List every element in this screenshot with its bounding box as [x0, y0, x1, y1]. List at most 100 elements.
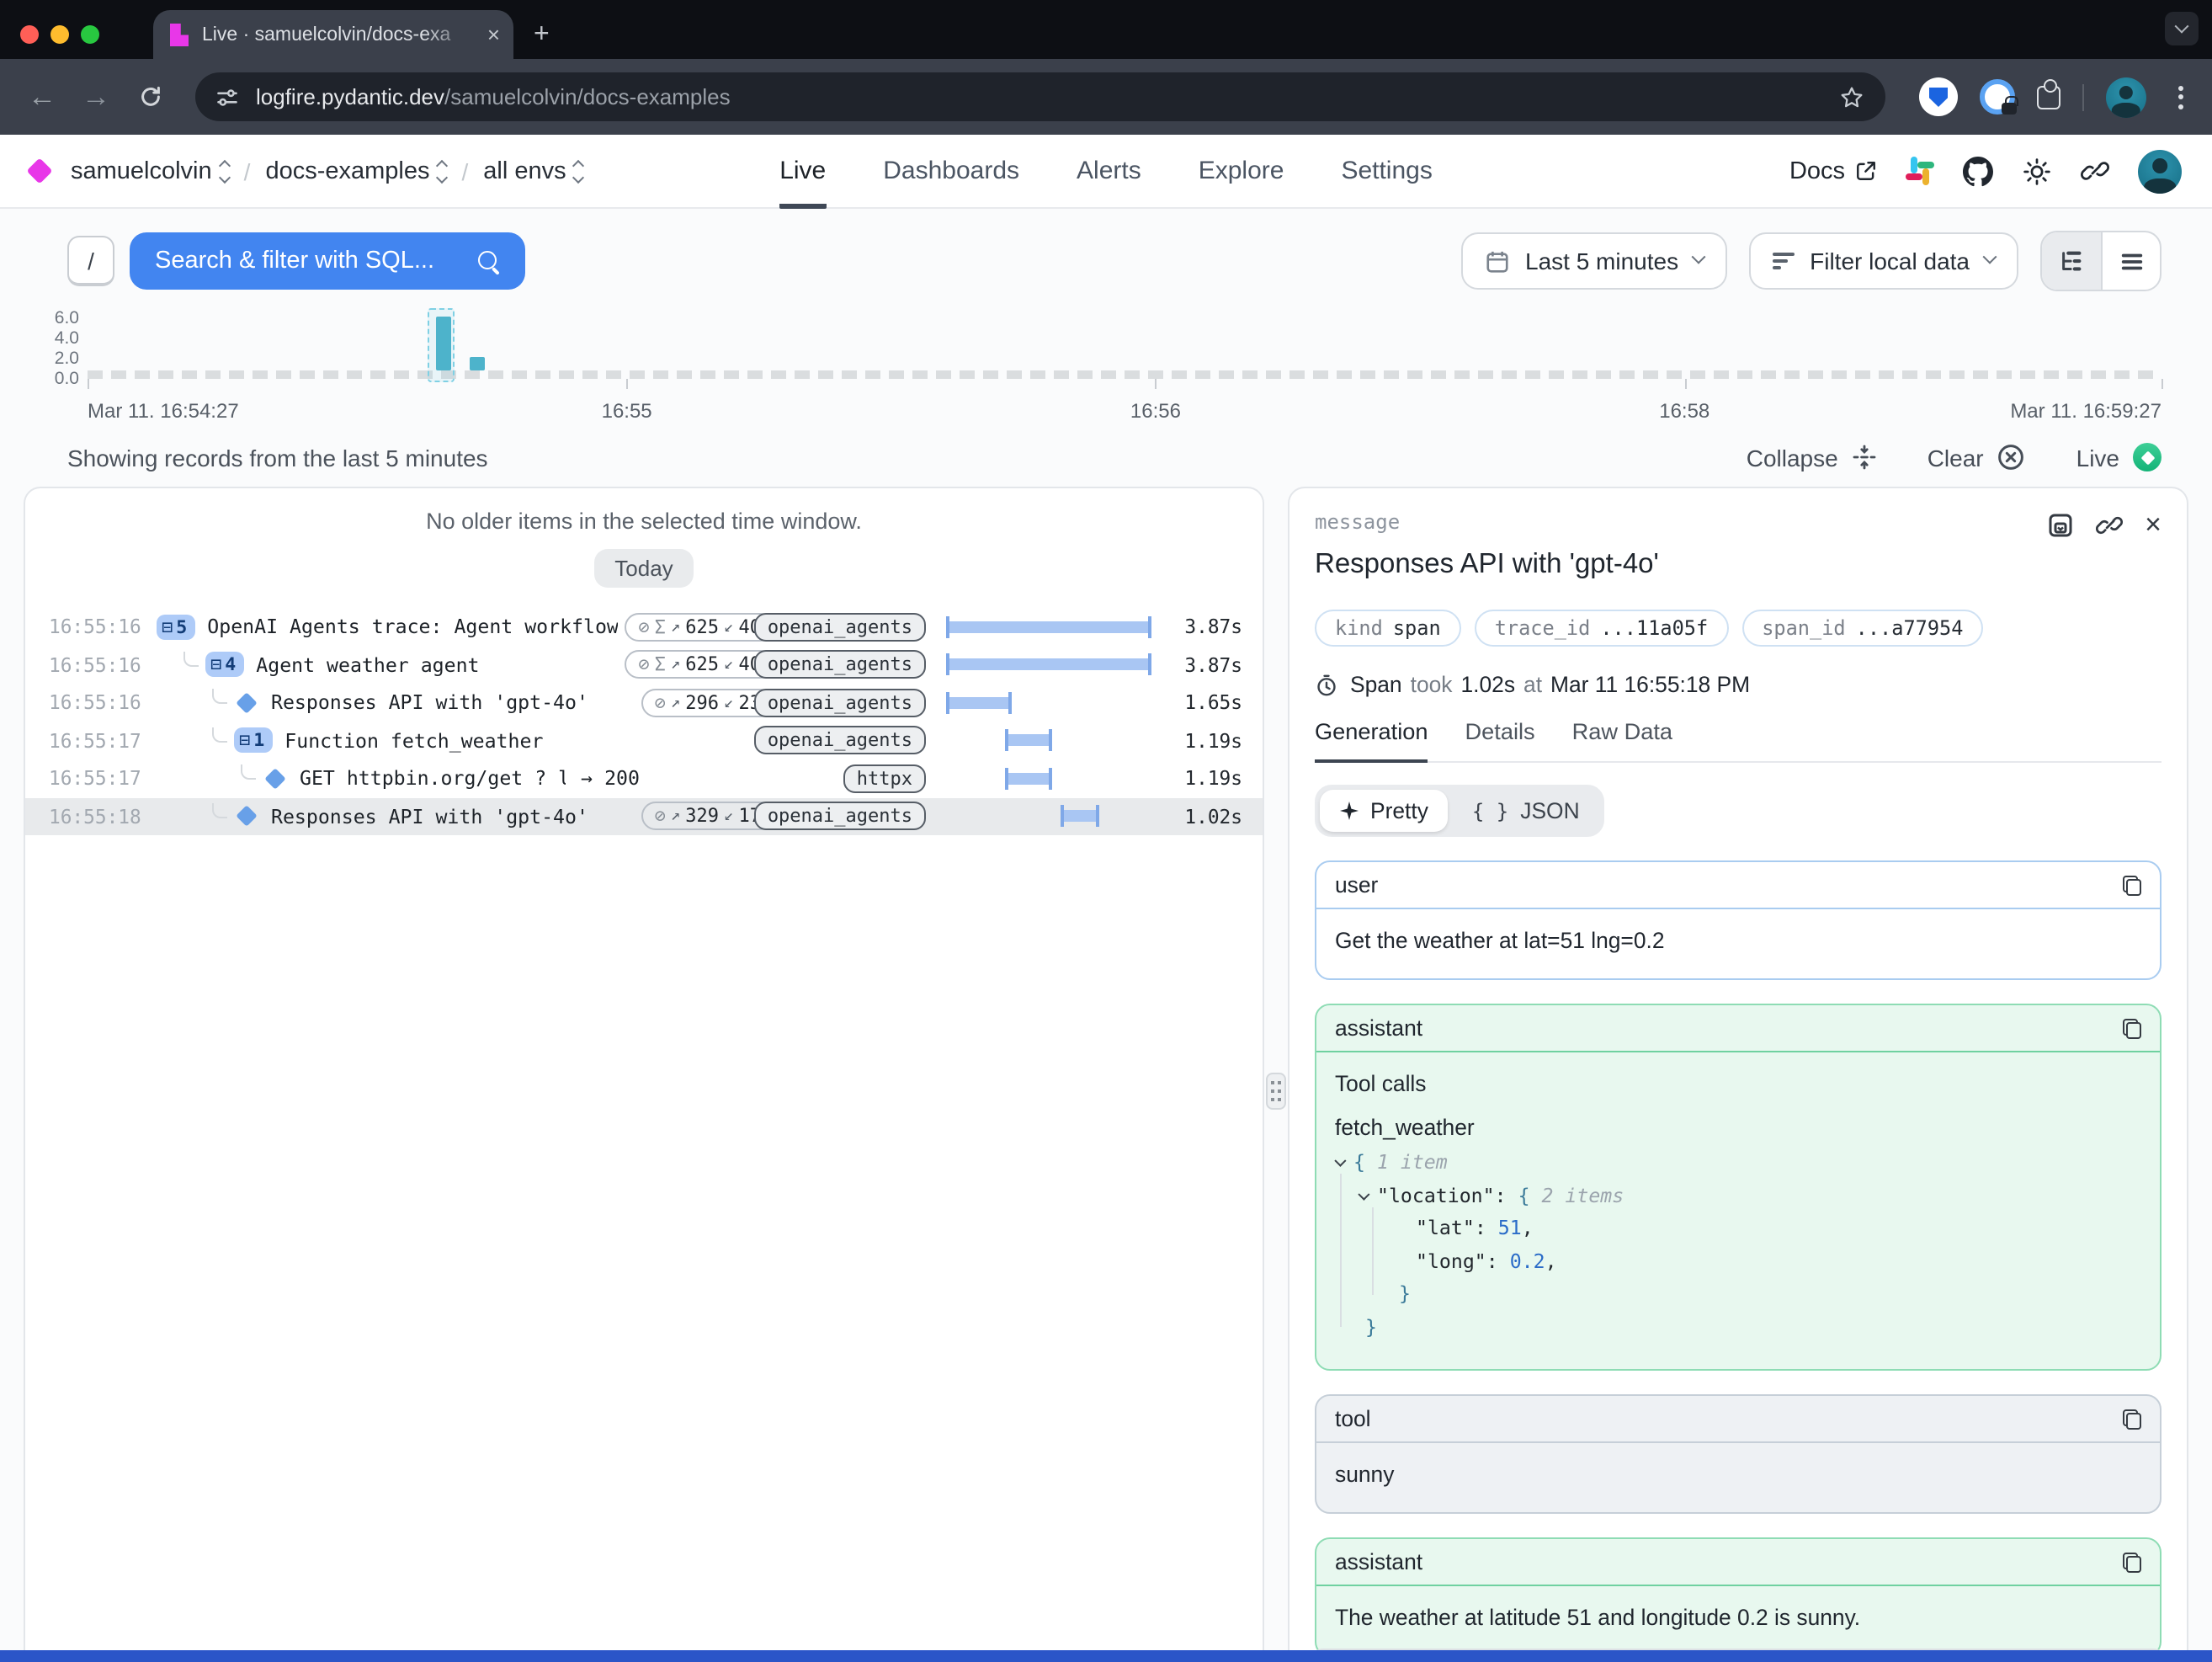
back-button[interactable]: ← [20, 80, 64, 114]
browser-extensions [1919, 77, 2192, 117]
today-badge[interactable]: Today [594, 549, 693, 588]
status-arrow-icon: → [581, 767, 593, 791]
password-extension-icon[interactable] [1980, 79, 2015, 115]
list-view-button[interactable] [2101, 232, 2160, 290]
records-timeline-chart[interactable]: 6.0 4.0 2.0 0.0 Mar 11. 16:54:27 16:55 1… [37, 308, 2161, 426]
json-toggle-button[interactable]: { }JSON [1452, 790, 1600, 832]
url-text[interactable]: logfire.pydantic.dev/samuelcolvin/docs-e… [256, 84, 1825, 109]
collapse-badge[interactable]: ⊟1 [234, 728, 273, 754]
table-row[interactable]: 16:55:17 ⊟1 Function fetch_weather opena… [25, 722, 1263, 759]
window-controls [20, 25, 99, 44]
collapse-button[interactable]: Collapse [1747, 444, 1877, 471]
live-toggle[interactable]: Live [2076, 443, 2161, 471]
tab-search-button[interactable] [2165, 12, 2199, 45]
chart-bar[interactable] [469, 357, 484, 370]
filter-local-label: Filter local data [1810, 248, 1970, 274]
copy-icon[interactable] [2123, 1409, 2141, 1429]
minimize-window-button[interactable] [51, 25, 69, 44]
tree-elbow [212, 727, 227, 743]
breadcrumb-project[interactable]: docs-examples [265, 157, 446, 184]
tokens-in-arrow-icon: ↗ [671, 807, 680, 826]
view-mode-toggle [2040, 231, 2161, 291]
browser-tab[interactable]: Live · samuelcolvin/docs-exa × [153, 10, 513, 59]
copy-icon[interactable] [2123, 1552, 2141, 1572]
tab-explore[interactable]: Explore [1199, 134, 1284, 208]
resize-grip-handle[interactable] [1266, 1073, 1286, 1110]
browser-menu-icon[interactable] [2168, 85, 2192, 109]
copy-icon[interactable] [2123, 1018, 2141, 1038]
extensions-puzzle-icon[interactable] [2037, 85, 2060, 109]
url-bar[interactable]: logfire.pydantic.dev/samuelcolvin/docs-e… [195, 72, 1885, 121]
copy-link-icon[interactable] [2096, 511, 2123, 538]
tab-live[interactable]: Live [779, 134, 826, 208]
tokens-icon: ⊘ [655, 806, 666, 828]
collapse-badge[interactable]: ⊟4 [205, 653, 244, 678]
chart-bar[interactable] [436, 317, 451, 370]
tag-pill[interactable]: openai_agents [754, 613, 926, 642]
tag-pill[interactable]: openai_agents [754, 651, 926, 679]
x-tick-label: 16:55 [602, 399, 652, 423]
tab-alerts[interactable]: Alerts [1077, 134, 1141, 208]
span-kind-label: message [1315, 510, 2047, 534]
x-axis-labels: Mar 11. 16:54:27 16:55 16:56 16:58 Mar 1… [88, 399, 2161, 426]
tab-settings[interactable]: Settings [1341, 134, 1432, 208]
forward-button[interactable]: → [74, 80, 118, 114]
select-chevrons-icon [438, 161, 446, 181]
copy-icon[interactable] [2123, 875, 2141, 895]
tag-pill[interactable]: openai_agents [754, 802, 926, 831]
kind-pill[interactable]: kindspan [1315, 610, 1461, 647]
toolbar-divider [2082, 83, 2084, 110]
expand-chevron-icon[interactable] [1334, 1155, 1346, 1167]
tab-details[interactable]: Details [1465, 719, 1535, 763]
theme-sun-icon[interactable] [2022, 156, 2052, 186]
share-link-icon[interactable] [2081, 157, 2109, 185]
docs-link[interactable]: Docs [1789, 157, 1877, 184]
fullscreen-window-button[interactable] [81, 25, 99, 44]
table-row[interactable]: 16:55:16 ⊟4 Agent weather agent ⊘Σ↗625↙4… [25, 646, 1263, 684]
span-title: Responses API with 'gpt-4o' [1315, 549, 2161, 581]
span-duration-line: Span took 1.02s at Mar 11 16:55:18 PM [1315, 672, 2161, 697]
breadcrumb-env[interactable]: all envs [483, 157, 582, 184]
bitwarden-extension-icon[interactable] [1919, 77, 1958, 116]
user-avatar[interactable] [2138, 149, 2182, 193]
close-window-button[interactable] [20, 25, 39, 44]
live-label: Live [2076, 444, 2119, 471]
tab-generation[interactable]: Generation [1315, 719, 1428, 763]
tab-dashboards[interactable]: Dashboards [883, 134, 1019, 208]
logfire-logo-icon[interactable] [26, 157, 52, 184]
row-timestamp: 16:55:17 [49, 729, 157, 753]
breadcrumb-org[interactable]: samuelcolvin [71, 157, 229, 184]
tokens-out-arrow-icon: ↙ [724, 656, 733, 674]
tag-pill[interactable]: openai_agents [754, 727, 926, 755]
time-range-select[interactable]: Last 5 minutes [1461, 232, 1727, 290]
bookmark-star-icon[interactable] [1838, 83, 1865, 110]
tree-view-button[interactable] [2042, 232, 2101, 290]
new-tab-button[interactable]: + [534, 22, 550, 49]
chart-plot-area[interactable] [88, 308, 2161, 386]
pretty-toggle-button[interactable]: Pretty [1320, 790, 1449, 832]
search-button[interactable]: Search & filter with SQL... [130, 232, 525, 290]
table-row[interactable]: 16:55:16 Responses API with 'gpt-4o' ⊘↗2… [25, 684, 1263, 722]
table-row[interactable]: 16:55:16 ⊟5 OpenAI Agents trace: Agent w… [25, 608, 1263, 646]
close-panel-icon[interactable]: × [2145, 510, 2161, 539]
tag-pill[interactable]: openai_agents [754, 689, 926, 717]
tab-close-icon[interactable]: × [487, 24, 500, 45]
duration-bar-track [946, 690, 1151, 716]
site-settings-icon[interactable] [215, 85, 239, 109]
message-card-user: user Get the weather at lat=51 lng=0.2 [1315, 860, 2161, 980]
collapse-badge[interactable]: ⊟5 [157, 615, 195, 640]
tab-raw-data[interactable]: Raw Data [1572, 719, 1672, 763]
browser-profile-avatar[interactable] [2106, 77, 2146, 117]
archive-panel-icon[interactable] [2047, 511, 2074, 538]
slack-icon[interactable] [1906, 157, 1934, 185]
tag-pill[interactable]: httpx [843, 764, 926, 793]
filter-local-data-select[interactable]: Filter local data [1749, 232, 2018, 290]
github-icon[interactable] [1963, 156, 1993, 186]
span-id-pill[interactable]: span_id...a77954 [1741, 610, 1983, 647]
table-row[interactable]: 16:55:17 GET httpbin.org/get ? lat='51.0… [25, 759, 1263, 797]
reload-button[interactable] [128, 84, 172, 109]
clear-button[interactable]: Clear [1928, 443, 2026, 471]
trace-id-pill[interactable]: trace_id...11a05f [1475, 610, 1729, 647]
table-row-selected[interactable]: 16:55:18 Responses API with 'gpt-4o' ⊘↗3… [25, 797, 1263, 835]
expand-chevron-icon[interactable] [1358, 1188, 1369, 1200]
